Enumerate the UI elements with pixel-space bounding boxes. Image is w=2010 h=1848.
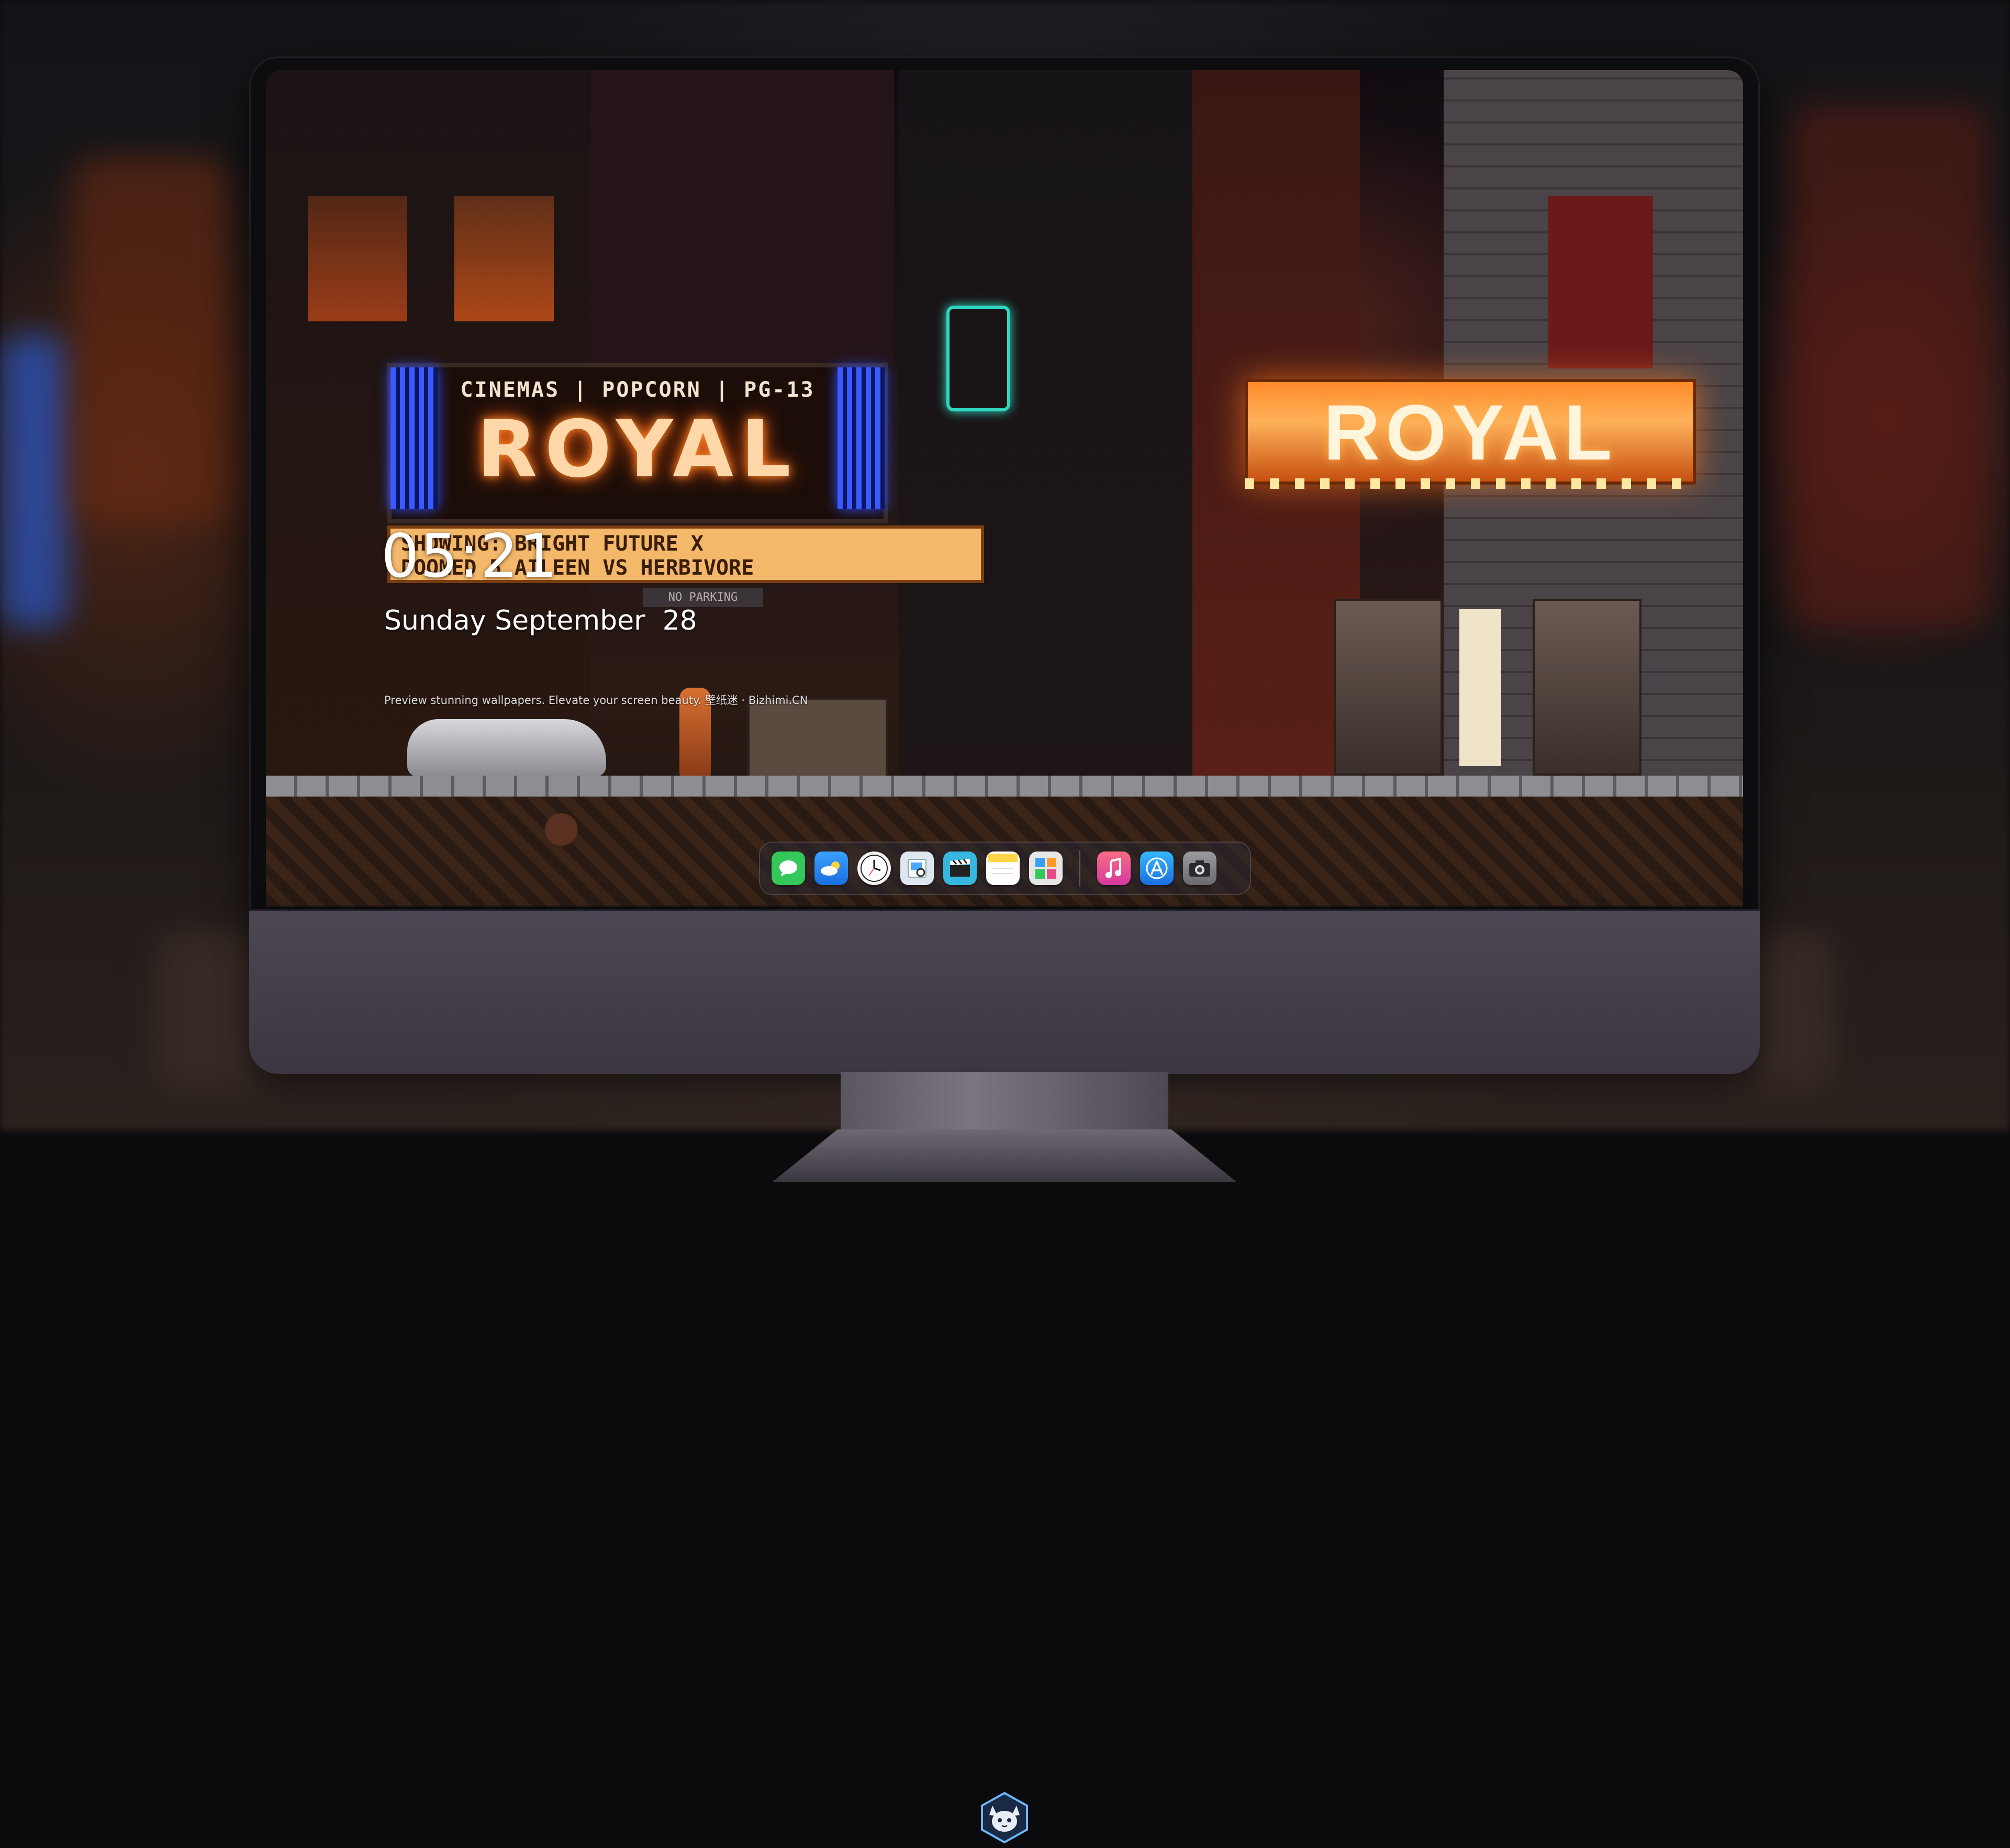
wallpaper-lit-doorway bbox=[1459, 609, 1501, 766]
messages-icon[interactable] bbox=[772, 852, 805, 885]
wallpaper-building bbox=[590, 70, 894, 363]
music-icon[interactable] bbox=[1097, 852, 1131, 885]
wallpaper-ice-cream-sign bbox=[946, 306, 1010, 411]
clock-icon[interactable] bbox=[857, 852, 891, 885]
monitor-stand-neck bbox=[841, 1072, 1168, 1135]
marquee-topline: CINEMAS | POPCORN | PG-13 bbox=[460, 378, 815, 402]
wallpaper-dumpster bbox=[747, 698, 888, 781]
marquee-title: ROYAL bbox=[477, 404, 798, 495]
cat-logo-icon bbox=[977, 1790, 1032, 1845]
wallpaper-window bbox=[454, 196, 554, 321]
wallpaper-no-parking-sign: NO PARKING bbox=[643, 588, 763, 607]
preview-icon[interactable] bbox=[900, 852, 934, 885]
camera-icon[interactable] bbox=[1183, 852, 1216, 885]
monitor-bezel: CINEMAS | POPCORN | PG-13 ROYAL SHOWING:… bbox=[249, 57, 1760, 911]
lock-screen: CINEMAS | POPCORN | PG-13 ROYAL SHOWING:… bbox=[266, 70, 1743, 906]
wallpaper-building bbox=[899, 70, 1192, 803]
imac-monitor: CINEMAS | POPCORN | PG-13 ROYAL SHOWING:… bbox=[249, 57, 1760, 1844]
lock-screen-date: Sunday September 28 bbox=[384, 605, 697, 636]
wallpaper-theater-door bbox=[1533, 599, 1642, 776]
marquee-lights bbox=[1245, 478, 1690, 489]
lock-screen-time: 05:21 bbox=[381, 521, 559, 591]
dock bbox=[759, 842, 1251, 895]
wallpaper-car bbox=[407, 719, 606, 777]
monitor-stand-base bbox=[773, 1129, 1236, 1182]
wallpaper-theater-door bbox=[1334, 599, 1443, 776]
weather-icon[interactable] bbox=[814, 852, 848, 885]
wallpaper-window bbox=[308, 196, 407, 321]
dock-separator bbox=[1079, 850, 1080, 887]
app-store-icon[interactable] bbox=[1140, 852, 1174, 885]
right-marquee-title: ROYAL bbox=[1323, 388, 1617, 476]
photo-booth-icon[interactable] bbox=[1029, 852, 1063, 885]
wallpaper-right-marquee: ROYAL bbox=[1245, 379, 1696, 485]
wallpaper-left-marquee: CINEMAS | POPCORN | PG-13 ROYAL bbox=[387, 363, 888, 523]
wallpaper-graffiti bbox=[966, 520, 1168, 599]
wallpaper-caption: Preview stunning wallpapers. Elevate you… bbox=[384, 694, 808, 707]
wallpaper-sidewalk bbox=[266, 776, 1743, 797]
monitor-chin bbox=[249, 911, 1760, 1844]
final-cut-icon[interactable] bbox=[943, 852, 977, 885]
wallpaper-doorway bbox=[1548, 196, 1653, 368]
notes-icon[interactable] bbox=[986, 852, 1020, 885]
